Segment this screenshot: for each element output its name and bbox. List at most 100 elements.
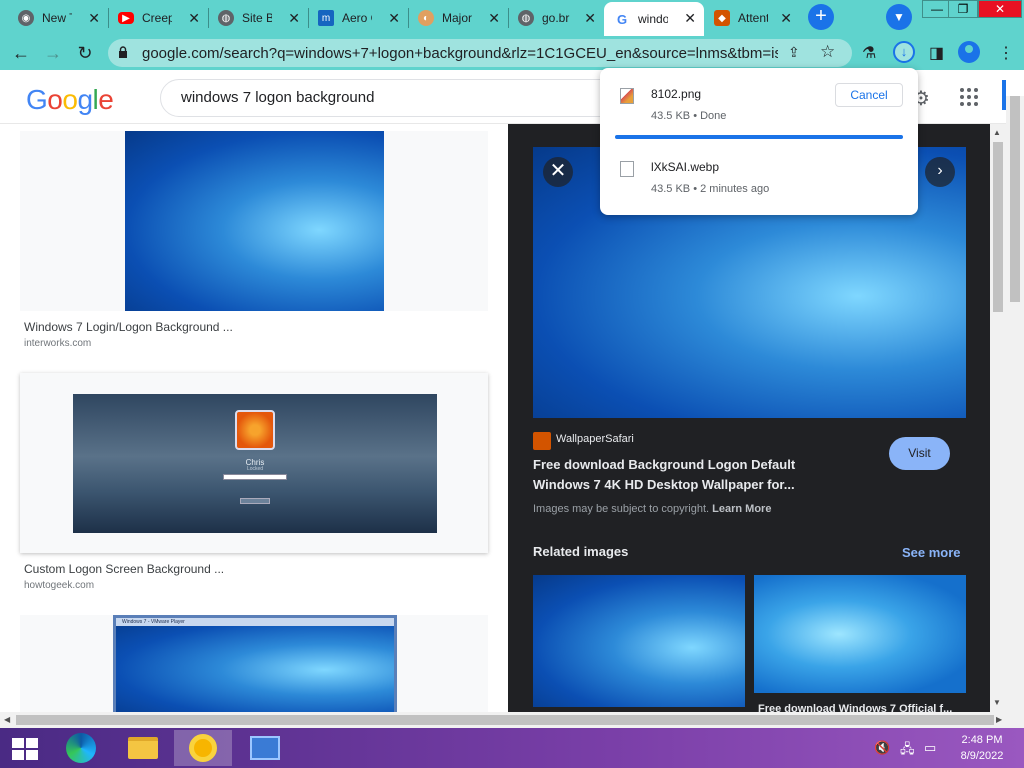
result-thumbnail[interactable]: Chris Locked (73, 394, 437, 533)
close-preview-icon[interactable]: ✕ (543, 157, 573, 187)
result-thumbnail[interactable]: Windows 7 - VMware Player (113, 615, 397, 712)
scroll-up-arrow-icon[interactable]: ▲ (993, 128, 1001, 137)
close-tab-icon[interactable]: ✕ (288, 10, 300, 27)
new-tab-button[interactable]: + (808, 4, 834, 30)
result-thumb-container[interactable] (20, 131, 488, 311)
learn-more-link[interactable]: Learn More (712, 503, 771, 515)
cancel-download-button[interactable]: Cancel (835, 83, 903, 107)
side-panel-icon[interactable]: ◨ (929, 43, 944, 63)
see-more-link[interactable]: See more (902, 545, 961, 560)
tab-title: Aero Glass (342, 11, 372, 25)
related-image[interactable] (754, 575, 966, 693)
result-title[interactable]: Windows 7 Login/Logon Background ... (24, 320, 233, 334)
scroll-right-arrow-icon[interactable]: ▶ (996, 715, 1002, 724)
taskbar-control-panel[interactable] (236, 730, 294, 766)
tab-new-tab[interactable]: ◉ New Tab ✕ (8, 2, 108, 34)
scroll-down-arrow-icon[interactable]: ▼ (993, 698, 1001, 707)
result-thumbnail[interactable] (125, 131, 384, 311)
close-tab-icon[interactable]: ✕ (388, 10, 400, 27)
close-tab-icon[interactable]: ✕ (780, 10, 792, 27)
chrome-icon: ◉ (18, 10, 34, 26)
labs-flask-icon[interactable]: ⚗ (862, 43, 876, 63)
preview-title[interactable]: Free download Background Logon Default W… (533, 455, 853, 495)
tab-youtube[interactable]: ▶ Creepy ✕ (108, 2, 208, 34)
downloads-bubble: 8102.png 43.5 KB • Done Cancel lXkSAI.we… (600, 68, 918, 215)
copyright-notice: Images may be subject to copyright. Lear… (533, 503, 771, 515)
tab-google-search[interactable]: G windows 7 logon background ✕ (604, 2, 704, 36)
image-result[interactable]: Windows 7 Login/Logon Background ... int… (20, 131, 488, 357)
close-tab-icon[interactable]: ✕ (488, 10, 500, 27)
back-button[interactable]: ← (8, 40, 34, 66)
tab-title: New Tab (42, 11, 72, 25)
tab-aero-glass[interactable]: m Aero Glass ✕ (308, 2, 408, 34)
scrollbar-thumb[interactable] (993, 142, 1003, 312)
taskbar-chrome[interactable] (174, 730, 232, 766)
clock-date: 8/9/2022 (960, 750, 1004, 762)
tab-search-button[interactable]: ▼ (886, 4, 912, 30)
taskbar-clock[interactable]: 2:48 PM 8/9/2022 (952, 732, 1012, 764)
tab-attention[interactable]: ◆ Attention ✕ (704, 2, 800, 34)
bookmark-star-icon[interactable]: ☆ (820, 42, 835, 62)
preview-site-name[interactable]: WallpaperSafari (556, 433, 634, 445)
volume-muted-icon[interactable]: 🔇 (874, 740, 890, 756)
result-thumb-container[interactable]: Windows 7 - VMware Player (20, 615, 488, 712)
youtube-icon: ▶ (118, 12, 134, 24)
image-result[interactable]: Windows 7 - VMware Player (20, 615, 488, 712)
page-vertical-scrollbar[interactable] (1006, 96, 1024, 712)
lock-icon (119, 46, 127, 58)
tab-major[interactable]: ◐ Major ✕ (408, 2, 508, 34)
download-file-name[interactable]: 8102.png (651, 87, 701, 101)
copyright-text: Images may be subject to copyright. (533, 503, 710, 515)
cat-icon: ◆ (714, 10, 730, 26)
visit-button[interactable]: Visit (889, 437, 950, 470)
globe-icon: ◍ (218, 10, 234, 26)
close-tab-icon[interactable]: ✕ (88, 10, 100, 27)
tab-go-br[interactable]: ◍ go.br ✕ (508, 2, 604, 34)
related-image[interactable] (533, 575, 745, 707)
result-source[interactable]: howtogeek.com (24, 580, 94, 591)
menu-kebab-icon[interactable]: ⋮ (998, 43, 1014, 63)
preview-scrollbar[interactable]: ▲ ▼ (990, 124, 1006, 712)
tab-title: go.br (542, 11, 570, 25)
close-tab-icon[interactable]: ✕ (188, 10, 200, 27)
download-file-meta: 43.5 KB • Done (651, 110, 727, 122)
url-text[interactable]: google.com/search?q=windows+7+logon+back… (142, 45, 778, 62)
scrollbar-thumb[interactable] (1010, 96, 1020, 302)
tab-title: Site Blocker (242, 11, 272, 25)
reload-button[interactable]: ↻ (72, 40, 98, 66)
close-tab-icon[interactable]: ✕ (584, 10, 596, 27)
result-source[interactable]: interworks.com (24, 338, 91, 349)
next-image-chevron-icon[interactable]: › (925, 157, 955, 187)
close-window-button[interactable]: ✕ (978, 0, 1022, 18)
image-result[interactable]: Chris Locked Custom Logon Screen Backgro… (20, 373, 488, 599)
page-horizontal-scrollbar[interactable]: ◀ ▶ (0, 712, 1024, 728)
close-tab-icon[interactable]: ✕ (684, 10, 696, 27)
related-images-heading: Related images (533, 544, 629, 559)
thumb-vmware-titlebar: Windows 7 - VMware Player (116, 618, 394, 626)
result-thumb-container[interactable]: Chris Locked (20, 373, 488, 553)
download-icon[interactable]: ↓ (893, 41, 915, 63)
tab-title: windows 7 logon background (638, 12, 668, 26)
restore-button[interactable]: ❐ (948, 0, 978, 18)
search-input[interactable] (181, 89, 601, 106)
notification-icon[interactable]: ▭ (924, 740, 936, 756)
site-favicon-icon (533, 432, 551, 450)
forward-button[interactable]: → (40, 40, 66, 66)
google-logo[interactable]: Google (26, 84, 114, 116)
share-icon[interactable]: ⇪ (788, 44, 800, 61)
tab-title: Major (442, 11, 472, 25)
start-windows-icon[interactable] (12, 738, 38, 760)
address-bar[interactable]: google.com/search?q=windows+7+logon+back… (108, 39, 852, 67)
google-apps-icon[interactable] (960, 88, 978, 106)
scroll-left-arrow-icon[interactable]: ◀ (4, 715, 10, 724)
scrollbar-thumb[interactable] (16, 715, 994, 725)
taskbar-edge[interactable] (52, 730, 110, 766)
control-panel-icon (250, 736, 280, 760)
user-avatar-icon (235, 410, 275, 450)
network-icon[interactable]: 🖧 (900, 740, 915, 762)
tab-site-blocker[interactable]: ◍ Site Blocker ✕ (208, 2, 308, 34)
result-title[interactable]: Custom Logon Screen Background ... (24, 562, 224, 576)
download-file-name[interactable]: lXkSAI.webp (651, 160, 719, 174)
taskbar-file-explorer[interactable] (114, 730, 172, 766)
profile-avatar-icon[interactable] (958, 41, 980, 63)
